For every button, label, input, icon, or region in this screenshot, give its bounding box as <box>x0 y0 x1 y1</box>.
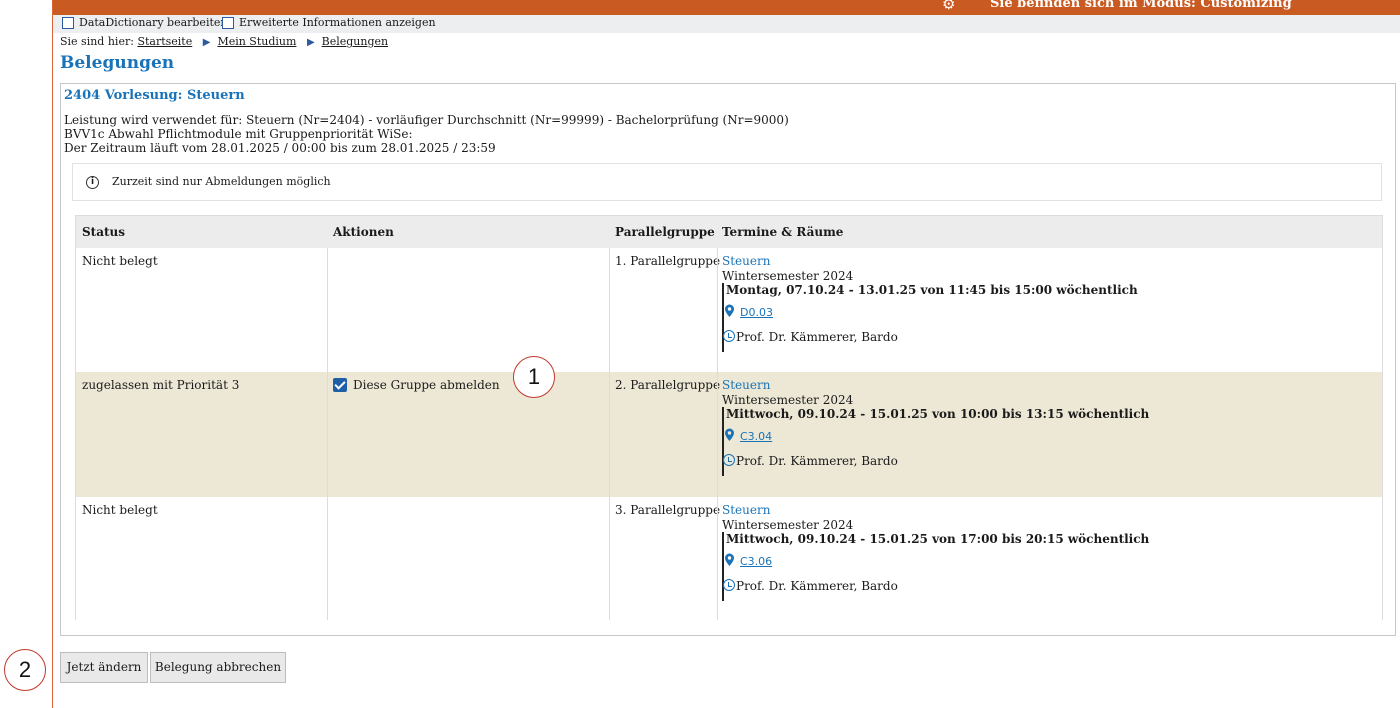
lecturer: Prof. Dr. Kämmerer, Bardo <box>736 579 898 593</box>
column-divider <box>717 248 718 620</box>
course-link[interactable]: Steuern <box>722 503 1149 517</box>
info-line: BVV1c Abwahl Pflichtmodule mit Gruppenpr… <box>64 127 413 141</box>
extended-info-checkbox[interactable] <box>222 17 234 29</box>
appointment: Mittwoch, 09.10.24 - 15.01.25 von 10:00 … <box>722 407 1149 476</box>
row-schedule: Steuern Wintersemester 2024 Mittwoch, 09… <box>722 503 1149 601</box>
breadcrumb-mein-studium[interactable]: Mein Studium <box>217 35 296 48</box>
appointment-time: Mittwoch, 09.10.24 - 15.01.25 von 10:00 … <box>726 407 1150 421</box>
row-group: 3. Parallelgruppe <box>615 503 721 517</box>
appointment: Mittwoch, 09.10.24 - 15.01.25 von 17:00 … <box>722 532 1149 601</box>
left-border-line <box>52 0 53 708</box>
gear-icon[interactable]: ⚙ <box>942 0 955 12</box>
appointment: Montag, 07.10.24 - 13.01.25 von 11:45 bi… <box>722 283 1138 352</box>
clock-icon <box>723 579 735 591</box>
row-schedule: Steuern Wintersemester 2024 Montag, 07.1… <box>722 254 1138 352</box>
header-status: Status <box>82 225 126 239</box>
callout-marker-2: 2 <box>4 649 46 691</box>
cancel-booking-button[interactable]: Belegung abbrechen <box>150 652 286 683</box>
callout-marker-1: 1 <box>513 356 555 398</box>
row-status: Nicht belegt <box>82 503 158 517</box>
lecturer: Prof. Dr. Kämmerer, Bardo <box>736 454 898 468</box>
course-panel: 2404 Vorlesung: Steuern Leistung wird ve… <box>60 83 1396 636</box>
chevron-right-icon: ▶ <box>202 37 211 48</box>
course-info: Leistung wird verwendet für: Steuern (Nr… <box>64 113 789 155</box>
table-row: zugelassen mit Priorität 3 Diese Gruppe … <box>76 372 1382 497</box>
table-row: Nicht belegt 3. Parallelgruppe Steuern W… <box>76 497 1382 620</box>
apply-changes-button[interactable]: Jetzt ändern <box>60 652 148 683</box>
header-group: Parallelgruppe <box>615 225 715 239</box>
lecturer: Prof. Dr. Kämmerer, Bardo <box>736 330 898 344</box>
data-dictionary-label: DataDictionary bearbeiten <box>79 16 228 29</box>
notice-box: i Zurzeit sind nur Abmeldungen möglich <box>72 163 1382 201</box>
appointment-time: Montag, 07.10.24 - 13.01.25 von 11:45 bi… <box>726 283 1138 297</box>
breadcrumb-belegungen[interactable]: Belegungen <box>322 35 388 48</box>
column-divider <box>609 248 610 620</box>
breadcrumb-startseite[interactable]: Startseite <box>137 35 192 48</box>
deregister-label[interactable]: Diese Gruppe abmelden <box>353 378 500 392</box>
semester: Wintersemester 2024 <box>722 518 854 532</box>
column-divider <box>327 248 328 620</box>
notice-text: Zurzeit sind nur Abmeldungen möglich <box>112 175 331 188</box>
info-icon: i <box>86 176 99 189</box>
breadcrumb-prefix: Sie sind hier: <box>60 35 134 48</box>
row-group: 1. Parallelgruppe <box>615 254 721 268</box>
semester: Wintersemester 2024 <box>722 393 854 407</box>
row-schedule: Steuern Wintersemester 2024 Mittwoch, 09… <box>722 378 1149 476</box>
appointment-time: Mittwoch, 09.10.24 - 15.01.25 von 17:00 … <box>726 532 1150 546</box>
semester: Wintersemester 2024 <box>722 269 854 283</box>
clock-icon <box>723 330 735 342</box>
room-link[interactable]: C3.06 <box>740 555 772 568</box>
clock-icon <box>723 454 735 466</box>
page-title: Belegungen <box>60 53 175 73</box>
table-header: Status Aktionen Parallelgruppe Termine &… <box>76 216 1382 248</box>
extended-info-label: Erweiterte Informationen anzeigen <box>239 16 436 29</box>
chevron-right-icon: ▶ <box>306 37 315 48</box>
row-group: 2. Parallelgruppe <box>615 378 721 392</box>
table-row: Nicht belegt 1. Parallelgruppe Steuern W… <box>76 248 1382 372</box>
location-pin-icon <box>725 304 734 317</box>
room-link[interactable]: D0.03 <box>740 306 773 319</box>
breadcrumb: Sie sind hier: Startseite ▶ Mein Studium … <box>60 35 388 48</box>
course-link[interactable]: Steuern <box>722 378 1149 392</box>
deregister-checkbox[interactable] <box>333 378 347 392</box>
header-actions: Aktionen <box>333 225 394 239</box>
course-link[interactable]: Steuern <box>722 254 1138 268</box>
row-status: Nicht belegt <box>82 254 158 268</box>
room-link[interactable]: C3.04 <box>740 430 772 443</box>
row-status: zugelassen mit Priorität 3 <box>82 378 240 392</box>
location-pin-icon <box>725 428 734 441</box>
top-bar: ⚙ Sie befinden sich im Modus: Customizin… <box>53 0 1400 15</box>
mode-indicator: Sie befinden sich im Modus: Customizing <box>990 0 1292 11</box>
info-line: Der Zeitraum läuft vom 28.01.2025 / 00:0… <box>64 141 496 155</box>
options-bar: DataDictionary bearbeiten Erweiterte Inf… <box>53 15 1400 33</box>
header-dates-rooms: Termine & Räume <box>722 225 844 239</box>
location-pin-icon <box>725 553 734 566</box>
info-line: Leistung wird verwendet für: Steuern (Nr… <box>64 113 789 127</box>
groups-table: Status Aktionen Parallelgruppe Termine &… <box>75 215 1383 620</box>
course-title: 2404 Vorlesung: Steuern <box>64 88 245 103</box>
data-dictionary-checkbox[interactable] <box>62 17 74 29</box>
